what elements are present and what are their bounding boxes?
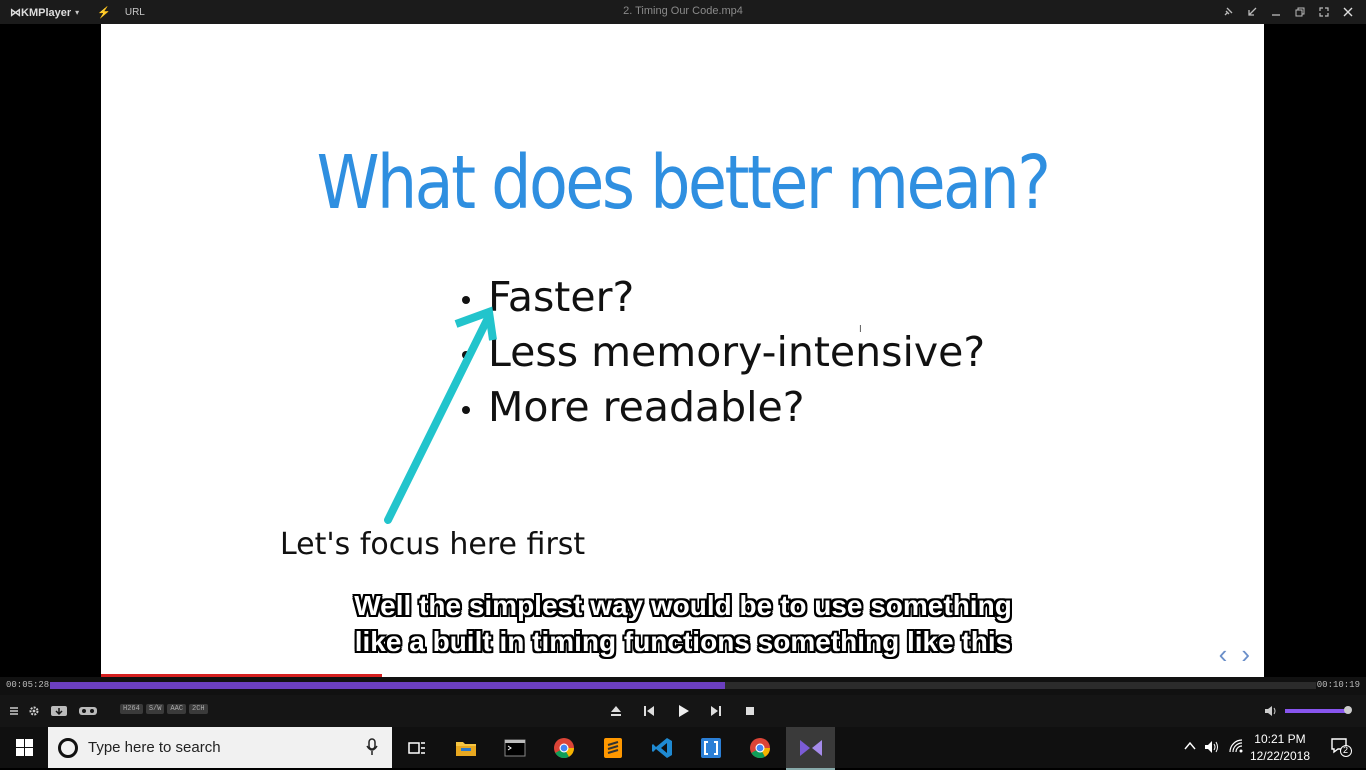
control-bar: H264 S/W AAC 2CH — [0, 695, 1366, 727]
codec-badge: S/W — [145, 704, 165, 714]
codec-badges: H264 S/W AAC 2CH — [120, 704, 208, 714]
eject-button[interactable] — [606, 695, 626, 727]
annotation-arrow — [384, 306, 497, 524]
app-name: KMPlayer — [21, 6, 72, 19]
kmplayer-taskbar-icon[interactable] — [786, 727, 835, 770]
next-button[interactable] — [706, 695, 726, 727]
volume-icon[interactable] — [1262, 695, 1280, 727]
volume-knob[interactable] — [1343, 706, 1352, 714]
chrome-icon[interactable] — [539, 727, 588, 768]
speaker-icon[interactable] — [1204, 740, 1220, 754]
download-icon[interactable] — [50, 695, 68, 727]
play-button[interactable] — [673, 695, 695, 727]
fullscreen-button[interactable] — [1312, 0, 1336, 24]
text-cursor-icon: I — [859, 324, 862, 335]
window-title: 2. Timing Our Code.mp4 — [623, 5, 743, 17]
microphone-icon[interactable] — [366, 738, 378, 756]
clock-time: 10:21 PM — [1254, 732, 1306, 746]
total-time: 00:10:19 — [1316, 680, 1360, 690]
close-button[interactable] — [1336, 0, 1360, 24]
app-menu-chevron-icon[interactable]: ▾ — [75, 8, 79, 17]
show-hidden-icons-icon[interactable] — [1184, 741, 1196, 751]
slide: What does better mean? Faster? Less memo… — [101, 24, 1264, 677]
lightning-icon[interactable]: ⚡ — [97, 6, 111, 19]
seek-row: 00:05:28 00:10:19 — [0, 677, 1366, 695]
pin-icon[interactable] — [1216, 0, 1240, 24]
kmplayer-logo[interactable]: ⋈KMPlayer — [10, 6, 71, 19]
stop-button[interactable] — [740, 695, 760, 727]
video-area[interactable]: What does better mean? Faster? Less memo… — [0, 24, 1366, 677]
windows-logo-icon — [15, 739, 33, 756]
search-placeholder: Type here to search — [88, 739, 221, 756]
minimize-button[interactable] — [1264, 0, 1288, 24]
cortana-icon — [58, 738, 78, 758]
subtitle-line: like a built in timing functions somethi… — [354, 626, 1012, 657]
taskbar: Type here to search 10:21 PM 12/22/2018 … — [0, 727, 1366, 770]
clock-date: 12/22/2018 — [1249, 749, 1310, 763]
taskbar-clock[interactable]: 10:21 PM 12/22/2018 — [1250, 731, 1310, 765]
volume-slider[interactable] — [1285, 706, 1352, 714]
codec-badge: H264 — [120, 704, 143, 714]
kmplayer-logo-icon: ⋈ — [10, 6, 21, 19]
chrome-icon-2[interactable] — [735, 727, 784, 768]
subtitle-line: Well the simplest way would be to use so… — [354, 590, 1012, 621]
windows-start-button[interactable] — [0, 727, 48, 768]
url-button[interactable]: URL — [125, 7, 145, 18]
seek-bar-fill — [50, 682, 725, 689]
vr-goggles-icon[interactable] — [78, 695, 98, 727]
task-view-icon[interactable] — [392, 727, 441, 768]
codec-badge: 2CH — [189, 704, 208, 714]
vscode-icon[interactable] — [637, 727, 686, 768]
sublime-text-icon[interactable] — [588, 727, 637, 768]
notification-count: 2 — [1343, 745, 1349, 755]
subtitle: Well the simplest way would be to use so… — [0, 588, 1366, 660]
seek-bar[interactable] — [50, 682, 1316, 689]
title-bar: ⋈KMPlayer ▾ ⚡ URL 2. Timing Our Code.mp4 — [0, 0, 1366, 24]
playlist-icon[interactable] — [6, 695, 22, 727]
restore-button[interactable] — [1288, 0, 1312, 24]
settings-gear-icon[interactable] — [26, 695, 42, 727]
terminal-icon[interactable] — [490, 727, 539, 768]
compact-mode-icon[interactable] — [1240, 0, 1264, 24]
file-explorer-icon[interactable] — [441, 727, 490, 768]
current-time: 00:05:28 — [6, 680, 50, 690]
wifi-icon[interactable] — [1228, 738, 1244, 754]
volume-fill — [1285, 709, 1348, 713]
codec-badge: AAC — [167, 704, 187, 714]
taskbar-search-box[interactable]: Type here to search — [48, 727, 392, 768]
previous-button[interactable] — [639, 695, 659, 727]
annotation-text: Let's focus here first — [280, 527, 586, 562]
action-center-icon[interactable]: 2 — [1330, 737, 1352, 757]
bracket-app-icon[interactable] — [686, 727, 735, 768]
